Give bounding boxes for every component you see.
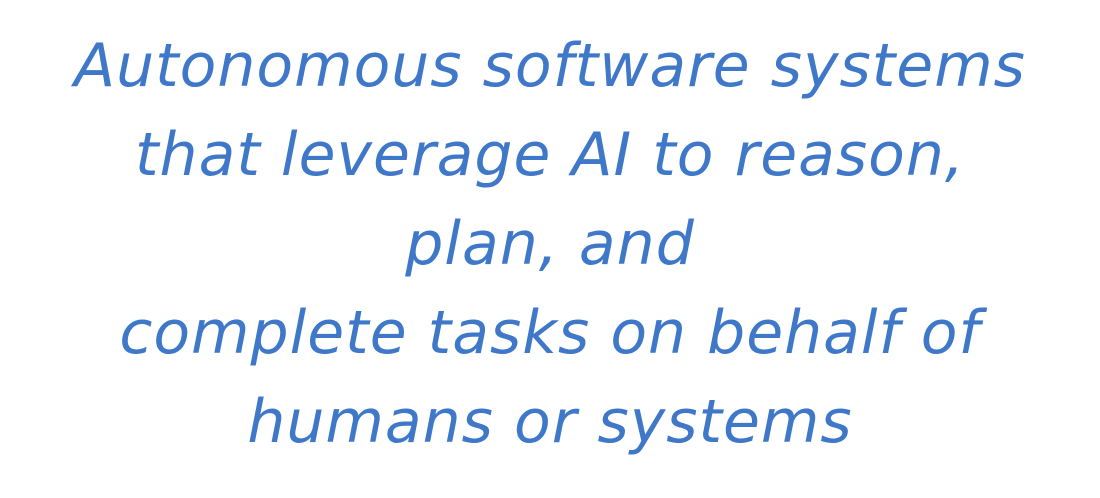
handwritten-text-block: Autonomous software systems that leverag…	[0, 22, 1100, 467]
whiteboard-canvas: Autonomous software systems that leverag…	[0, 0, 1100, 498]
text-line-2: that leverage AI to reason,	[135, 120, 965, 190]
text-line-3: plan, and	[405, 209, 695, 279]
text-line-1: Autonomous software systems	[74, 31, 1026, 101]
text-line-5: humans or systems	[247, 387, 853, 457]
text-line-4: complete tasks on behalf of	[119, 298, 981, 368]
